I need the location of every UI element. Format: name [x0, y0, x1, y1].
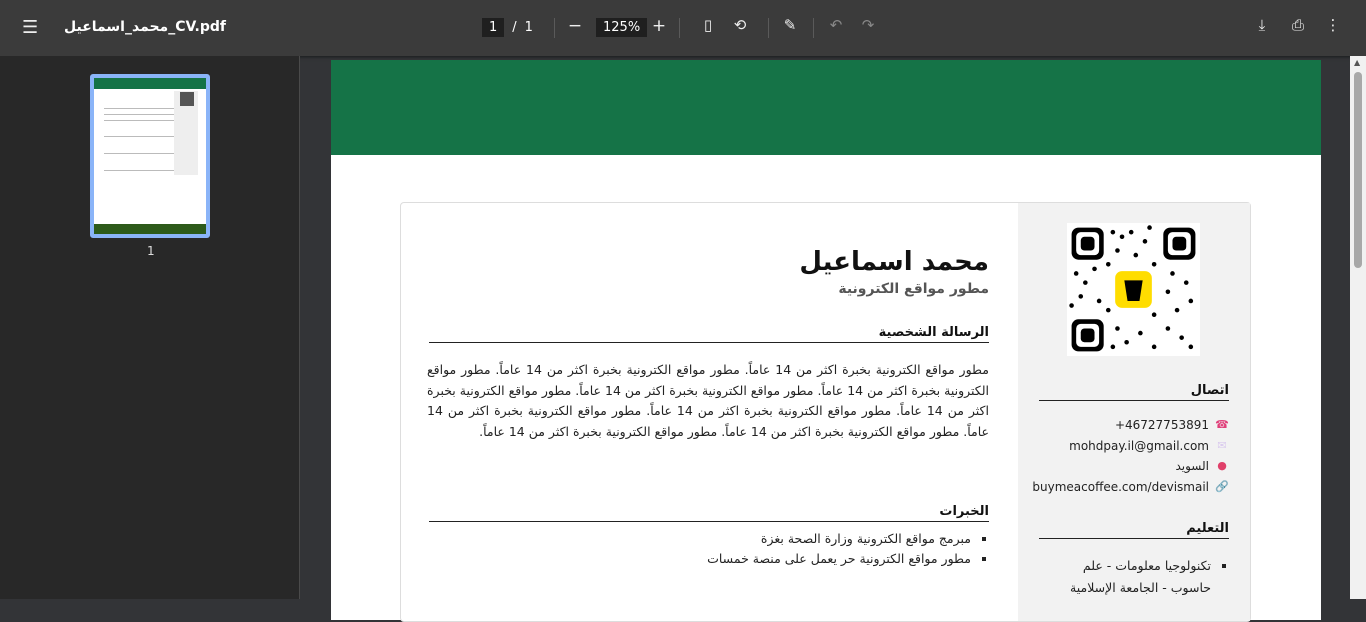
scroll-up-icon[interactable]: ▲ [1354, 58, 1360, 67]
link-icon: 🔗 [1215, 479, 1229, 493]
page-thumbnail[interactable] [90, 74, 210, 238]
fit-page-icon[interactable]: ▯ [696, 16, 720, 34]
more-options-icon[interactable]: ⋮ [1321, 16, 1345, 34]
document-title: محمد_اسماعيل_CV.pdf [64, 19, 226, 35]
location-pin-icon: ● [1217, 459, 1227, 472]
page-separator: / [512, 20, 517, 35]
cv-role: مطور مواقع الكترونية [838, 281, 989, 297]
education-list: تكنولوجيا معلومات - علم حاسوب - الجامعة … [1039, 555, 1229, 599]
pdf-toolbar: ☰ محمد_اسماعيل_CV.pdf 1 / 1 − 125% + ▯ ⟲… [0, 0, 1366, 56]
page-input[interactable]: 1 [482, 18, 505, 37]
education-heading: التعليم [1039, 521, 1229, 539]
zoom-in-icon[interactable]: + [647, 16, 671, 36]
redo-icon[interactable]: ↷ [856, 16, 880, 34]
qr-code [1067, 223, 1200, 356]
undo-icon[interactable]: ↶ [824, 16, 848, 34]
summary-heading: الرسالة الشخصية [429, 325, 989, 343]
scrollbar-thumb[interactable] [1354, 72, 1362, 268]
download-icon[interactable]: ⤓ [1250, 16, 1274, 34]
divider [554, 18, 555, 38]
divider [679, 18, 680, 38]
education-item: تكنولوجيا معلومات - علم حاسوب - الجامعة … [1039, 555, 1211, 599]
print-icon[interactable]: ⎙ [1286, 16, 1310, 34]
email-address[interactable]: mohdpay.il@gmail.com [1069, 436, 1209, 457]
experience-heading: الخبرات [429, 504, 989, 522]
cv-header-band [331, 60, 1321, 155]
contact-heading: اتصال [1039, 383, 1229, 401]
experience-list: مبرمج مواقع الكترونية وزارة الصحة بغزة م… [707, 529, 989, 569]
page-selector: 1 / 1 [482, 18, 533, 37]
cv-card: اتصال ☎ +46727753891 ✉ mohdpay.il@gmail.co… [400, 202, 1251, 622]
website-link[interactable]: buymeacoffee.com/devismail [1032, 477, 1209, 498]
cv-sidebar: اتصال ☎ +46727753891 ✉ mohdpay.il@gmail.co… [1018, 203, 1250, 621]
experience-item: مبرمج مواقع الكترونية وزارة الصحة بغزة [707, 529, 971, 549]
phone-number[interactable]: +46727753891 [1115, 415, 1209, 436]
zoom-out-icon[interactable]: − [563, 16, 587, 36]
annotate-icon[interactable]: ✎ [778, 16, 802, 34]
thumbnail-page-number: 1 [147, 244, 155, 258]
summary-text: مطور مواقع الكترونية بخبرة اكثر من 14 عا… [427, 362, 989, 439]
phone-icon: ☎ [1215, 418, 1229, 431]
experience-item: مطور مواقع الكترونية حر يعمل على منصة خم… [707, 549, 971, 569]
location: السويد [1175, 459, 1209, 473]
zoom-input[interactable]: 125% [596, 18, 648, 37]
cv-name: محمد اسماعيل [799, 247, 989, 277]
contact-list: ☎ +46727753891 ✉ mohdpay.il@gmail.com ● الس… [1032, 415, 1229, 497]
divider [813, 18, 814, 38]
email-icon: ✉ [1217, 438, 1227, 452]
pdf-page: اتصال ☎ +46727753891 ✉ mohdpay.il@gmail.co… [331, 60, 1321, 622]
divider [768, 18, 769, 38]
menu-icon[interactable]: ☰ [22, 18, 42, 38]
rotate-icon[interactable]: ⟲ [728, 16, 752, 34]
page-total: 1 [524, 20, 533, 35]
